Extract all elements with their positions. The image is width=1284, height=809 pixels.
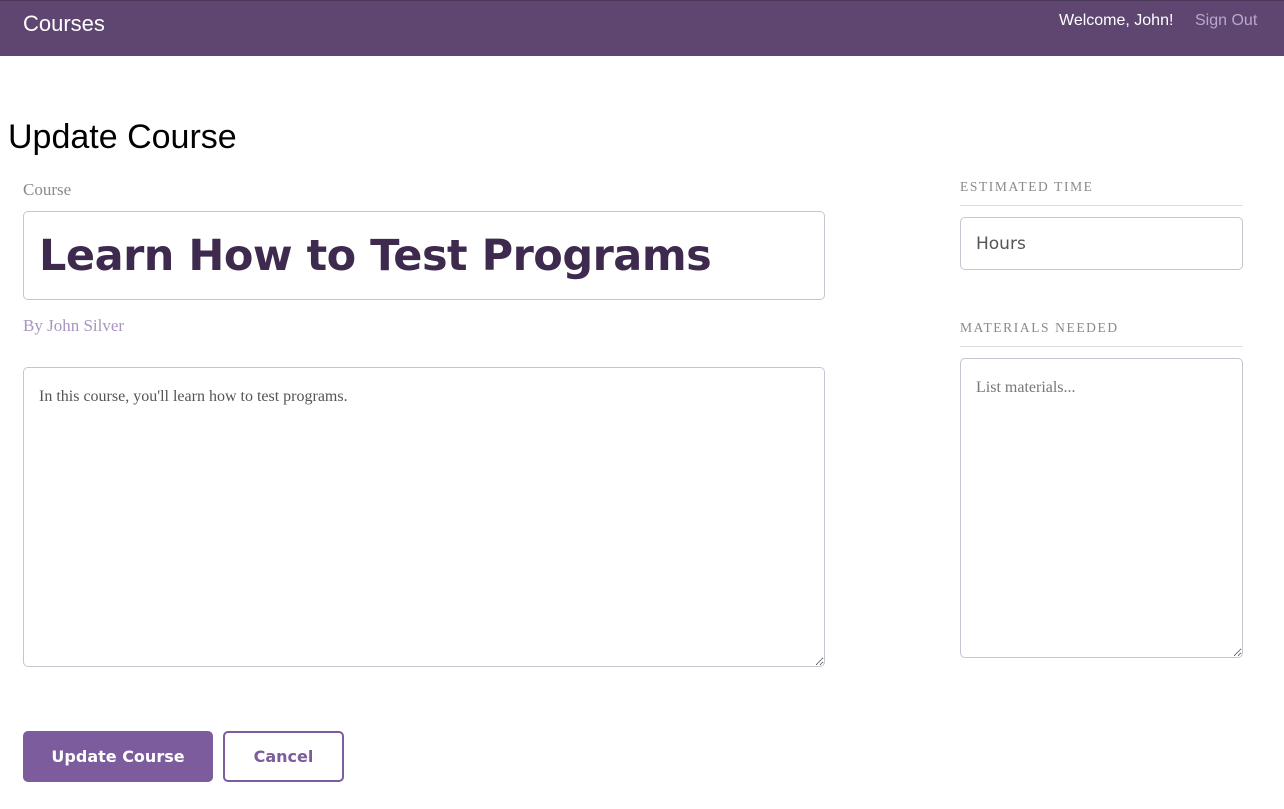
course-author: By John Silver: [23, 316, 125, 335]
course-description-textarea[interactable]: In this course, you'll learn how to test…: [23, 367, 825, 667]
materials-needed-heading: Materials Needed: [960, 320, 1243, 347]
brand-link[interactable]: Courses: [23, 11, 105, 37]
cancel-button[interactable]: Cancel: [223, 731, 344, 782]
top-nav-bar: Courses Welcome, John! Sign Out: [0, 0, 1284, 56]
materials-needed-textarea[interactable]: [960, 358, 1243, 658]
sign-out-link[interactable]: Sign Out: [1195, 12, 1257, 30]
course-title-input[interactable]: [23, 211, 825, 300]
welcome-text: Welcome, John!: [1059, 12, 1174, 29]
course-label: Course: [23, 180, 72, 199]
page-title: Update Course: [8, 118, 237, 156]
estimated-time-heading: Estimated Time: [960, 179, 1243, 206]
update-course-button[interactable]: Update Course: [23, 731, 213, 782]
estimated-time-input[interactable]: [960, 217, 1243, 270]
